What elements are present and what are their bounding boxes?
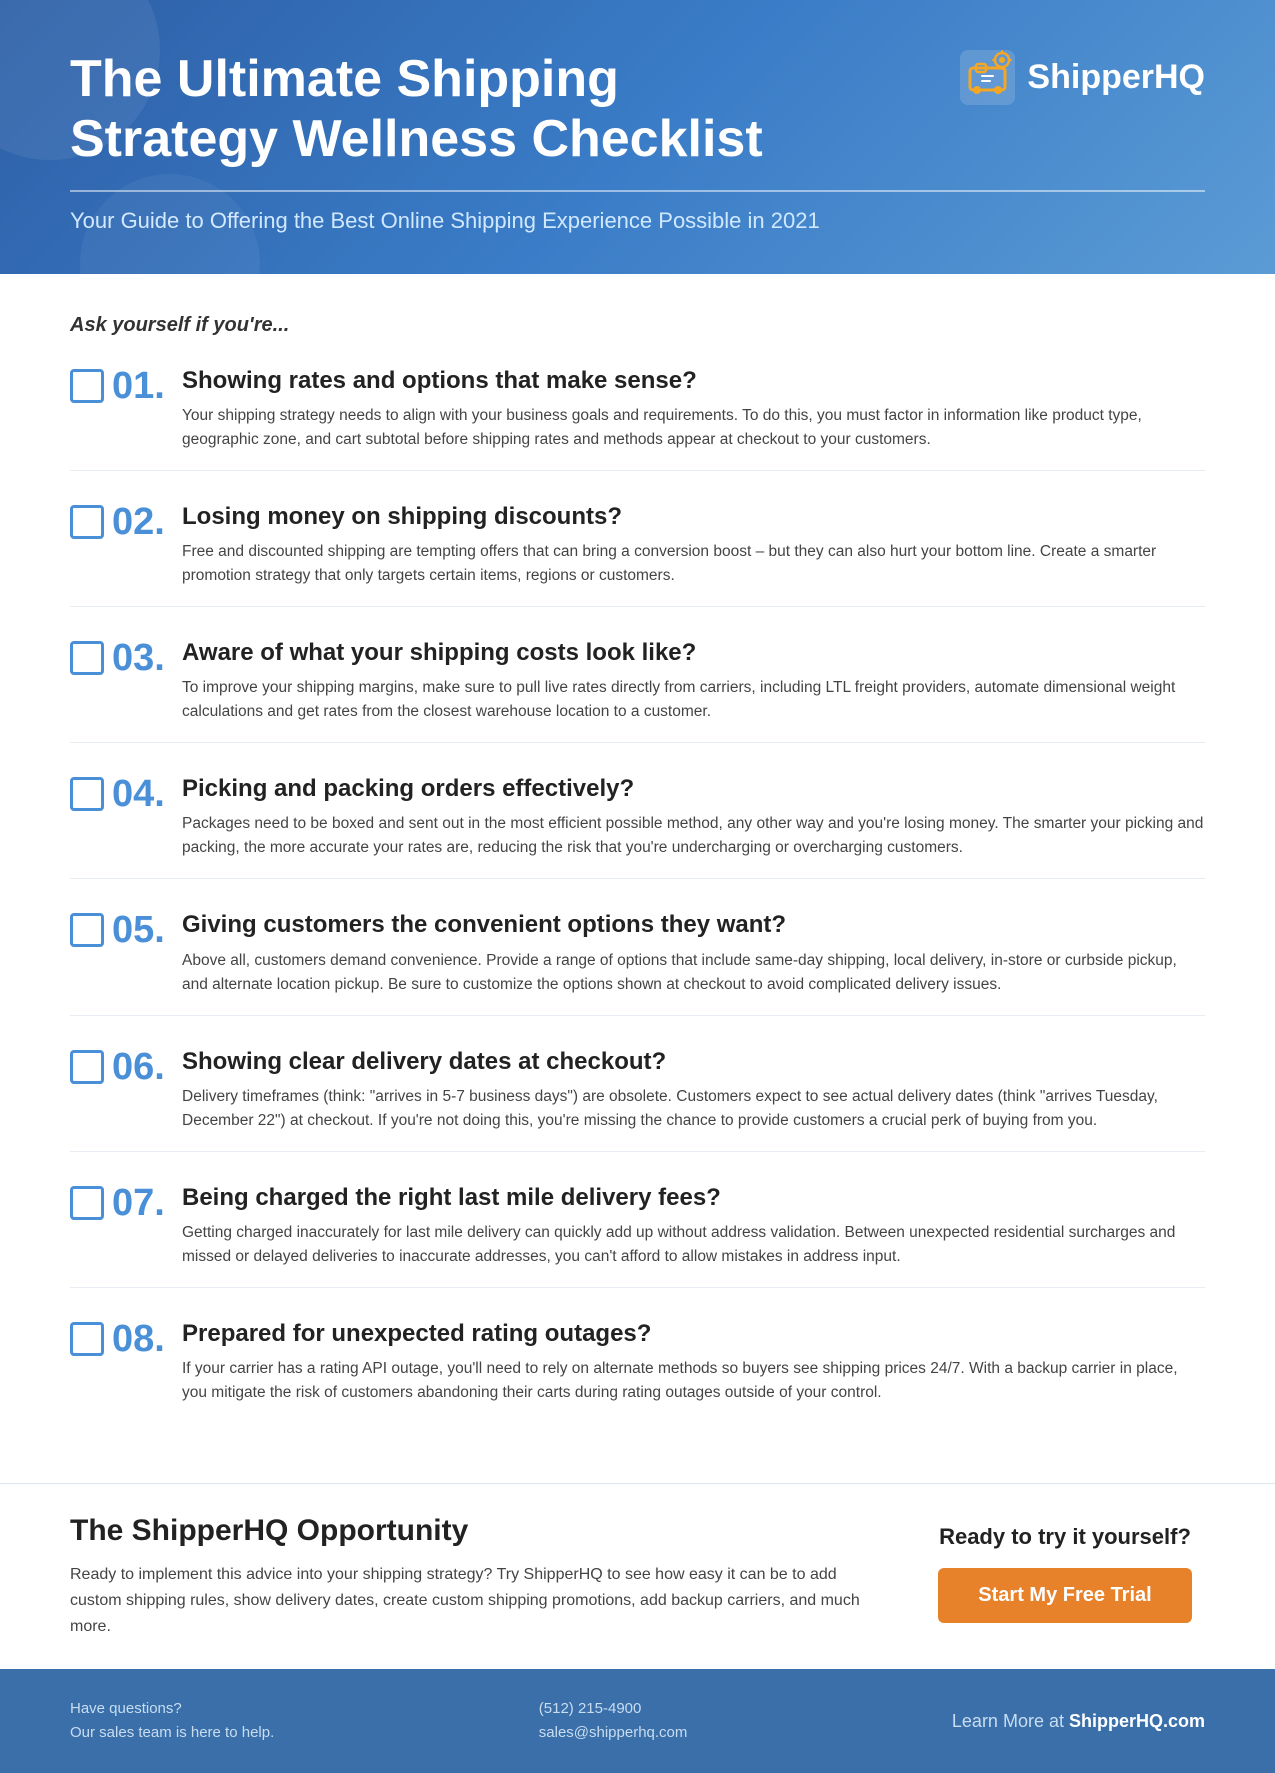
item-number-1: 01. <box>112 367 182 405</box>
page: The Ultimate Shipping Strategy Wellness … <box>0 0 1275 1773</box>
item-title-3: Aware of what your shipping costs look l… <box>182 637 1205 668</box>
header: The Ultimate Shipping Strategy Wellness … <box>0 0 1275 274</box>
footer-contact-middle: (512) 215-4900 sales@shipperhq.com <box>539 1697 688 1745</box>
item-title-7: Being charged the right last mile delive… <box>182 1182 1205 1213</box>
page-title: The Ultimate Shipping Strategy Wellness … <box>70 50 770 170</box>
checklist-item: 04. Picking and packing orders effective… <box>70 773 1205 879</box>
opportunity-desc: Ready to implement this advice into your… <box>70 1562 875 1639</box>
checkbox-1[interactable] <box>70 369 104 403</box>
item-content-2: Losing money on shipping discounts? Free… <box>182 501 1205 588</box>
header-top: The Ultimate Shipping Strategy Wellness … <box>70 50 1205 170</box>
item-title-5: Giving customers the convenient options … <box>182 909 1205 940</box>
checkbox-4[interactable] <box>70 777 104 811</box>
main-content: Ask yourself if you're... 01. Showing ra… <box>0 274 1275 1484</box>
item-title-8: Prepared for unexpected rating outages? <box>182 1318 1205 1349</box>
checkbox-5[interactable] <box>70 913 104 947</box>
item-desc-4: Packages need to be boxed and sent out i… <box>182 812 1205 860</box>
opportunity-right: Ready to try it yourself? Start My Free … <box>925 1514 1205 1623</box>
footer-learn-more: Learn More at ShipperHQ.com <box>952 1711 1205 1732</box>
footer-have-questions: Have questions? <box>70 1697 274 1721</box>
item-number-7: 07. <box>112 1184 182 1222</box>
item-desc-3: To improve your shipping margins, make s… <box>182 676 1205 724</box>
checklist-item: 01. Showing rates and options that make … <box>70 365 1205 471</box>
item-desc-5: Above all, customers demand convenience.… <box>182 949 1205 997</box>
checkbox-2[interactable] <box>70 505 104 539</box>
opportunity-title: The ShipperHQ Opportunity <box>70 1514 875 1548</box>
shipperhq-logo-icon <box>960 50 1015 105</box>
item-desc-8: If your carrier has a rating API outage,… <box>182 1357 1205 1405</box>
item-number-3: 03. <box>112 639 182 677</box>
opportunity-left: The ShipperHQ Opportunity Ready to imple… <box>70 1514 875 1639</box>
checkbox-3[interactable] <box>70 641 104 675</box>
opportunity-inner: The ShipperHQ Opportunity Ready to imple… <box>70 1514 1205 1639</box>
item-number-5: 05. <box>112 911 182 949</box>
start-trial-button[interactable]: Start My Free Trial <box>938 1568 1191 1623</box>
footer-learn-more-link: ShipperHQ.com <box>1069 1711 1205 1731</box>
footer-phone: (512) 215-4900 <box>539 1697 688 1721</box>
item-content-8: Prepared for unexpected rating outages? … <box>182 1318 1205 1405</box>
checkbox-7[interactable] <box>70 1186 104 1220</box>
checkbox-8[interactable] <box>70 1322 104 1356</box>
item-desc-2: Free and discounted shipping are temptin… <box>182 540 1205 588</box>
checklist-item: 08. Prepared for unexpected rating outag… <box>70 1318 1205 1423</box>
item-desc-6: Delivery timeframes (think: "arrives in … <box>182 1085 1205 1133</box>
footer-learn-more-prefix: Learn More at <box>952 1711 1069 1731</box>
footer-sales-team: Our sales team is here to help. <box>70 1721 274 1745</box>
item-desc-7: Getting charged inaccurately for last mi… <box>182 1221 1205 1269</box>
footer: Have questions? Our sales team is here t… <box>0 1669 1275 1773</box>
item-number-8: 08. <box>112 1320 182 1358</box>
footer-contact-left: Have questions? Our sales team is here t… <box>70 1697 274 1745</box>
checklist-item: 07. Being charged the right last mile de… <box>70 1182 1205 1288</box>
item-title-4: Picking and packing orders effectively? <box>182 773 1205 804</box>
item-number-2: 02. <box>112 503 182 541</box>
item-title-2: Losing money on shipping discounts? <box>182 501 1205 532</box>
checklist: 01. Showing rates and options that make … <box>70 365 1205 1424</box>
checkbox-6[interactable] <box>70 1050 104 1084</box>
opportunity-section: The ShipperHQ Opportunity Ready to imple… <box>0 1483 1275 1669</box>
item-content-4: Picking and packing orders effectively? … <box>182 773 1205 860</box>
ready-label: Ready to try it yourself? <box>939 1524 1191 1550</box>
logo-text: ShipperHQ <box>1027 58 1205 97</box>
checklist-item: 03. Aware of what your shipping costs lo… <box>70 637 1205 743</box>
item-content-7: Being charged the right last mile delive… <box>182 1182 1205 1269</box>
footer-email: sales@shipperhq.com <box>539 1721 688 1745</box>
logo-area: ShipperHQ <box>960 50 1205 105</box>
header-divider <box>70 190 1205 192</box>
item-content-1: Showing rates and options that make sens… <box>182 365 1205 452</box>
item-content-5: Giving customers the convenient options … <box>182 909 1205 996</box>
checklist-item: 02. Losing money on shipping discounts? … <box>70 501 1205 607</box>
item-number-6: 06. <box>112 1048 182 1086</box>
item-content-6: Showing clear delivery dates at checkout… <box>182 1046 1205 1133</box>
ask-label: Ask yourself if you're... <box>70 314 1205 337</box>
item-number-4: 04. <box>112 775 182 813</box>
checklist-item: 05. Giving customers the convenient opti… <box>70 909 1205 1015</box>
item-title-6: Showing clear delivery dates at checkout… <box>182 1046 1205 1077</box>
header-subtitle: Your Guide to Offering the Best Online S… <box>70 208 1205 234</box>
item-desc-1: Your shipping strategy needs to align wi… <box>182 404 1205 452</box>
item-content-3: Aware of what your shipping costs look l… <box>182 637 1205 724</box>
checklist-item: 06. Showing clear delivery dates at chec… <box>70 1046 1205 1152</box>
item-title-1: Showing rates and options that make sens… <box>182 365 1205 396</box>
